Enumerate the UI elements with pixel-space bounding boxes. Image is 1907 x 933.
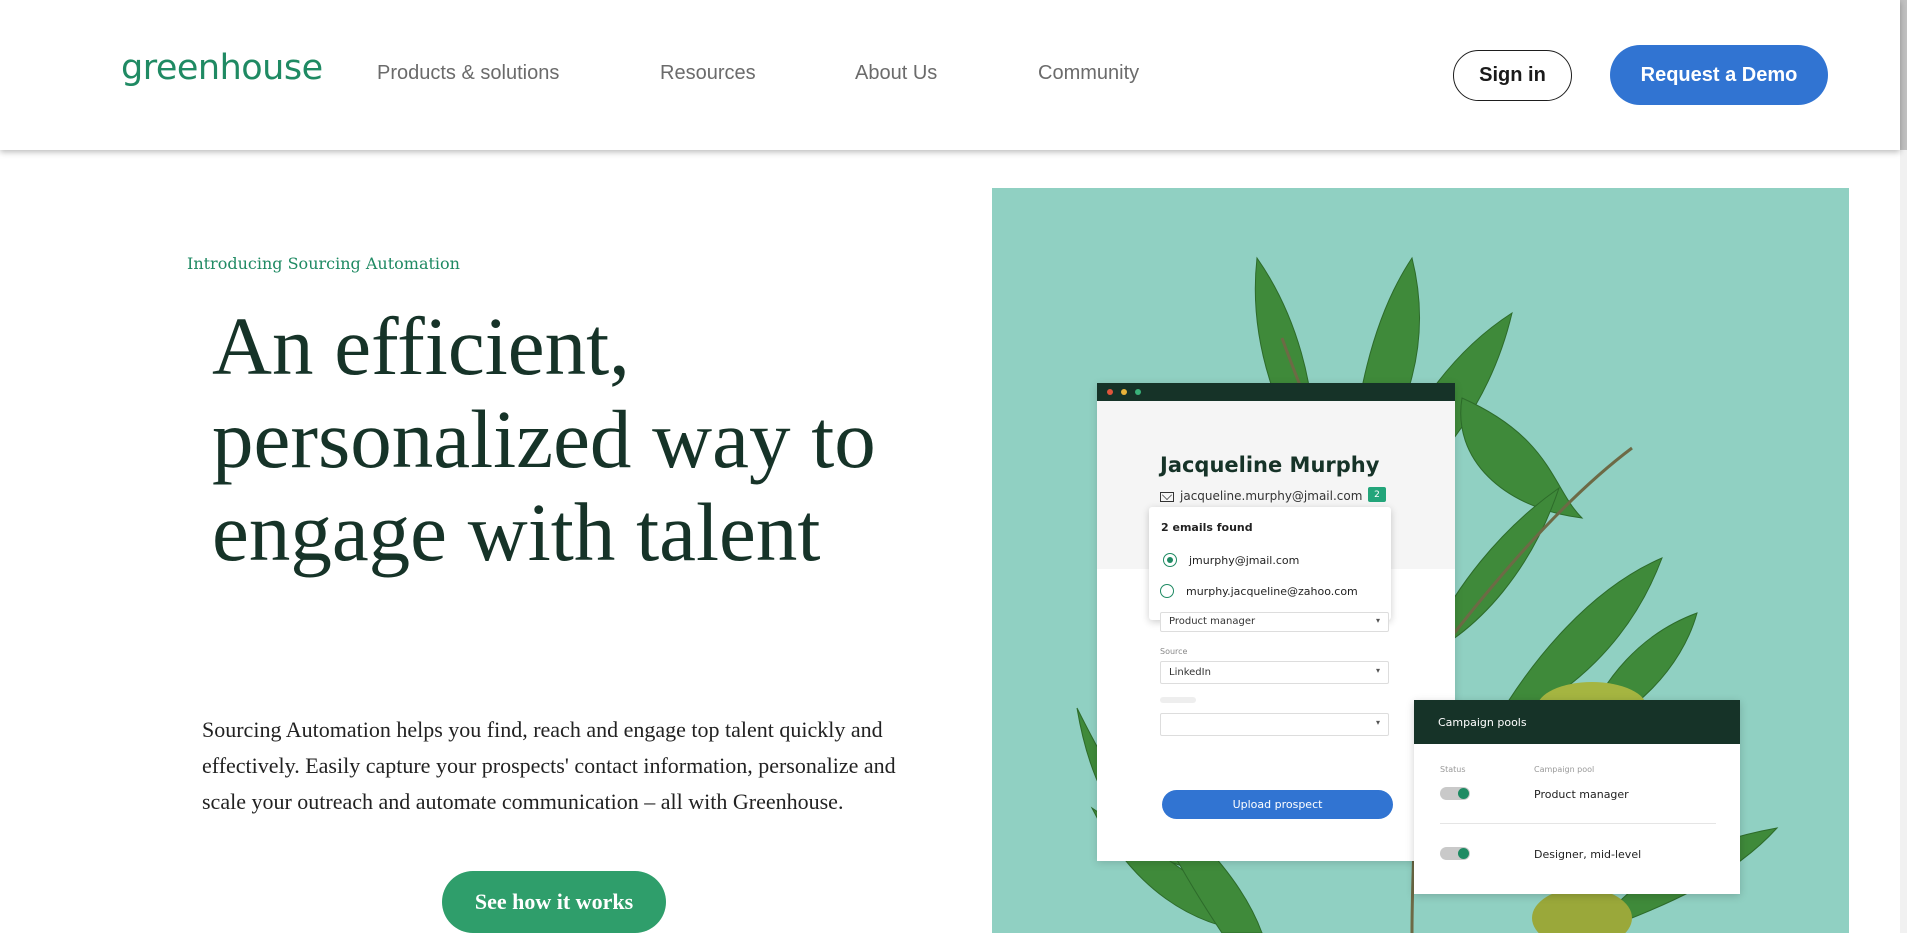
campaign-pools-card: Campaign pools Status Campaign pool Prod…	[1414, 700, 1740, 894]
nav-resources[interactable]: Resources	[660, 62, 756, 85]
nav-community[interactable]: Community	[1038, 62, 1139, 85]
pool-column-label: Campaign pool	[1534, 765, 1595, 774]
campaign-pools-header: Campaign pools	[1414, 700, 1740, 744]
hero-body-copy: Sourcing Automation helps you find, reac…	[202, 717, 896, 814]
mail-icon	[1160, 492, 1174, 502]
job-select-value: Product manager	[1169, 616, 1256, 627]
pool-toggle-2[interactable]	[1440, 847, 1470, 860]
upload-prospect-button[interactable]: Upload prospect	[1162, 790, 1393, 819]
close-dot-icon	[1107, 389, 1113, 395]
see-how-it-works-button[interactable]: See how it works	[442, 871, 666, 933]
sign-in-button[interactable]: Sign in	[1453, 50, 1572, 101]
placeholder-label	[1160, 697, 1196, 703]
chevron-down-icon: ▾	[1375, 616, 1380, 625]
email-option-radio-2[interactable]	[1160, 584, 1174, 598]
hero-eyebrow: Introducing Sourcing Automation	[187, 254, 460, 273]
site-header: greenhouse Products & solutions Resource…	[0, 0, 1900, 150]
empty-select[interactable]: ▾	[1160, 713, 1389, 736]
page-scrollbar[interactable]	[1900, 0, 1907, 933]
emails-found-popover: 2 emails found jmurphy@jmail.com murphy.…	[1149, 507, 1391, 620]
pool-name-2: Designer, mid-level	[1534, 848, 1642, 861]
request-demo-button[interactable]: Request a Demo	[1610, 45, 1828, 105]
email-option-label-1[interactable]: jmurphy@jmail.com	[1189, 554, 1299, 567]
maximize-dot-icon	[1135, 389, 1141, 395]
source-select[interactable]: LinkedIn ▾	[1160, 661, 1389, 684]
pool-name-1: Product manager	[1534, 788, 1629, 801]
prospect-name: Jacqueline Murphy	[1160, 453, 1380, 477]
chevron-down-icon: ▾	[1375, 718, 1380, 727]
hero-headline: An efficient, personalized way to engage…	[212, 300, 876, 578]
nav-about-us[interactable]: About Us	[855, 62, 937, 85]
source-label: Source	[1160, 647, 1188, 656]
email-option-label-2[interactable]: murphy.jacqueline@zahoo.com	[1186, 585, 1358, 598]
window-title-bar	[1097, 383, 1455, 401]
source-select-value: LinkedIn	[1169, 667, 1211, 678]
email-count-badge[interactable]: 2	[1368, 487, 1386, 502]
job-select[interactable]: Product manager ▾	[1160, 612, 1389, 632]
email-option-radio-1[interactable]	[1163, 553, 1177, 567]
status-column-label: Status	[1440, 765, 1466, 774]
pool-divider	[1440, 823, 1716, 824]
scrollbar-thumb[interactable]	[1900, 0, 1907, 150]
prospect-email: jacqueline.murphy@jmail.com	[1180, 489, 1363, 503]
chevron-down-icon: ▾	[1375, 666, 1380, 675]
pool-toggle-1[interactable]	[1440, 787, 1470, 800]
greenhouse-logo[interactable]: greenhouse	[121, 48, 323, 88]
minimize-dot-icon	[1121, 389, 1127, 395]
campaign-pools-title: Campaign pools	[1438, 716, 1527, 729]
nav-products-solutions[interactable]: Products & solutions	[377, 62, 559, 85]
prospect-profile-card: Jacqueline Murphy jacqueline.murphy@jmai…	[1097, 383, 1455, 861]
popover-title: 2 emails found	[1161, 521, 1253, 534]
